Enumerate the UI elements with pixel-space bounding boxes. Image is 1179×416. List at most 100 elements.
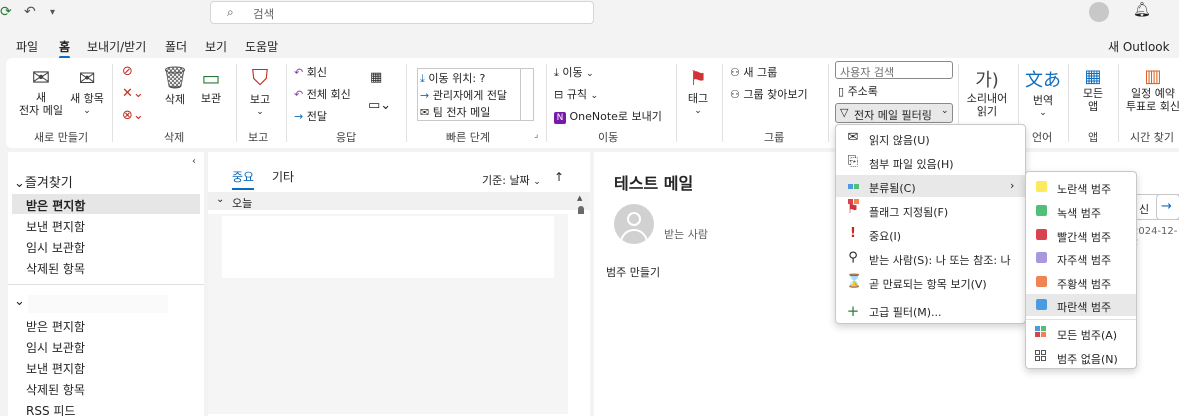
customize-toolbar-icon[interactable]: ▾ (50, 7, 55, 18)
sort-direction-icon[interactable]: ↑ (554, 170, 564, 184)
envelope-open-icon: ✉ (847, 130, 859, 145)
account-inbox[interactable]: 받은 편지함 (26, 318, 85, 335)
forward-button[interactable]: → 전달 (294, 108, 327, 124)
filter-has-attachments[interactable]: ⎘ 첨부 파일 있음(H) (836, 151, 1025, 173)
translate-button[interactable]: 文あ 번역 ⌄ (1024, 66, 1062, 118)
category-yellow[interactable]: 노란색 범주 (1026, 176, 1136, 198)
move-to-icon: ⤓ (420, 72, 425, 85)
move-button[interactable]: ⤓ 이동 ⌄ (554, 64, 594, 80)
ignore-icon[interactable]: ⊘ (122, 64, 133, 79)
message-item[interactable] (222, 216, 554, 278)
account-rss[interactable]: RSS 피드 (26, 402, 75, 416)
forward-partial-button[interactable]: → (1156, 194, 1179, 220)
all-apps-button[interactable]: ▦ 모든 앱 (1074, 66, 1112, 113)
new-mail-icon: ✉ (31, 66, 51, 91)
filter-important[interactable]: ! 중요(I) (836, 223, 1025, 245)
category-blue[interactable]: 파란색 범주 (1026, 294, 1136, 316)
favorites-header[interactable]: ⌄즐겨찾기 (14, 172, 73, 191)
new-group-button[interactable]: ⚇ 새 그룹 (730, 64, 777, 80)
tab-folder[interactable]: 폴더 (165, 38, 187, 55)
filter-flagged[interactable]: ⚑ 플래그 지정됨(F) (836, 199, 1025, 221)
dialog-launcher-icon[interactable]: ⌟ (534, 130, 538, 140)
reply-button[interactable]: ↶ 회신 (294, 64, 327, 80)
chevron-down-icon: ⌄ (586, 69, 594, 79)
favorite-deleted[interactable]: 삭제된 항목 (26, 260, 85, 277)
bell-icon[interactable]: 🔔︎ (1133, 2, 1151, 18)
tab-send-receive[interactable]: 보내기/받기 (87, 38, 146, 55)
category-purple[interactable]: 자주색 범주 (1026, 247, 1136, 269)
onenote-icon: N (554, 112, 566, 124)
cleanup-icon[interactable]: ✕⌄ (122, 86, 144, 101)
category-red[interactable]: 빨간색 범주 (1026, 224, 1136, 246)
color-swatch (1036, 181, 1047, 192)
message-list: 중요 기타 기준: 날짜 ⌄ ↑ ⌄ 오늘 ▲ (208, 152, 590, 416)
new-mail-button[interactable]: ✉ 새 전자 메일 (16, 66, 66, 117)
category-orange[interactable]: 주황색 범주 (1026, 271, 1136, 293)
address-book-icon: ▯ (838, 85, 845, 98)
onenote-button[interactable]: N OneNote로 보내기 (554, 108, 662, 124)
translate-icon: 文あ (1025, 70, 1061, 91)
new-items-button[interactable]: ✉ 새 항목 ⌄ (66, 66, 108, 116)
report-button[interactable]: ⛉ 보고 ⌄ (242, 66, 278, 117)
empty-grid-icon (1035, 349, 1046, 361)
search-input[interactable]: ⌕ 검색 (210, 1, 594, 24)
search-people-input[interactable]: 사용자 검색 (835, 61, 953, 79)
rules-button[interactable]: ⊟ 규칙 ⌄ (554, 86, 598, 102)
quick-step-to-manager[interactable]: → 관리자에게 전달 (420, 87, 507, 103)
favorite-drafts[interactable]: 임시 보관함 (26, 239, 85, 256)
tab-home[interactable]: 홈 (59, 38, 71, 59)
sort-by-date[interactable]: 기준: 날짜 ⌄ (482, 172, 541, 188)
chevron-down-icon: ⌄ (694, 106, 702, 116)
read-aloud-button[interactable]: 가) 소리내어 읽기 (962, 66, 1012, 118)
flag-icon: ⚑ (847, 202, 859, 217)
quick-step-team-mail[interactable]: ✉ 팀 전자 메일 (420, 104, 490, 120)
undo-icon[interactable]: ↶ (24, 4, 36, 20)
exclamation-icon: ! (850, 226, 856, 241)
more-respond-icon[interactable]: ▭⌄ (368, 98, 391, 113)
filter-expiring[interactable]: ⌛ 곧 만료되는 항목 보기(V) (836, 271, 1025, 293)
account-deleted[interactable]: 삭제된 항목 (26, 381, 85, 398)
filter-to-me[interactable]: ⚲ 받는 사람(S): 나 또는 참조: 나 (836, 247, 1025, 269)
filter-email-button[interactable]: ▽ 전자 메일 필터링 ⌄ (835, 103, 953, 123)
account-header-chevron[interactable]: ⌄ (14, 294, 25, 309)
collapse-pane-icon[interactable]: ‹ (192, 156, 196, 167)
tags-button[interactable]: ⚑ 태그 ⌄ (680, 66, 716, 116)
new-outlook-toggle[interactable]: 새 Outlook (1108, 38, 1170, 55)
chevron-down-icon: ⌄ (14, 176, 25, 191)
account-drafts[interactable]: 임시 보관함 (26, 339, 85, 356)
sync-icon[interactable]: ⟳ (0, 4, 12, 20)
tab-focused[interactable]: 중요 (232, 168, 255, 190)
quick-step-move-to[interactable]: ⤓ 이동 위치: ? (420, 70, 485, 86)
address-book-button[interactable]: ▯ 주소록 (838, 83, 878, 99)
junk-icon[interactable]: ⊗⌄ (122, 108, 144, 123)
chevron-down-icon: ⌄ (1039, 108, 1047, 118)
archive-button[interactable]: ▭ 보관 (194, 66, 228, 106)
tab-help[interactable]: 도움말 (245, 38, 278, 55)
favorite-sent[interactable]: 보낸 편지함 (26, 218, 85, 235)
filter-unread[interactable]: ✉ 읽지 않음(U) (836, 127, 1025, 149)
tab-file[interactable]: 파일 (16, 38, 38, 55)
all-categories[interactable]: 모든 범주(A) (1026, 322, 1136, 344)
meeting-icon[interactable]: ▦ (370, 70, 382, 85)
schedule-poll-button[interactable]: ▥ 일정 예약 투표로 회신 (1122, 66, 1179, 113)
read-aloud-icon: 가) (975, 70, 999, 91)
tab-other[interactable]: 기타 (272, 168, 294, 185)
account-sent[interactable]: 보낸 편지함 (26, 360, 85, 377)
account-avatar[interactable] (1089, 2, 1109, 22)
filter-categorized[interactable]: 분류됨(C) › (836, 175, 1025, 204)
no-category[interactable]: 범주 없음(N) (1026, 346, 1136, 368)
group-label-apps: 앱 (1088, 131, 1099, 144)
scroll-up-icon[interactable]: ▲ (577, 194, 585, 202)
quick-steps-scroll[interactable] (520, 68, 534, 121)
delete-button[interactable]: 🗑︎ 삭제 (158, 66, 192, 107)
tab-view[interactable]: 보기 (205, 38, 227, 55)
chevron-down-icon: ⌄ (533, 177, 541, 187)
filter-advanced[interactable]: + 고급 필터(M)... (836, 299, 1025, 321)
category-green[interactable]: 녹색 범주 (1026, 200, 1136, 222)
reply-all-button[interactable]: ↶ 전체 회신 (294, 86, 351, 102)
favorite-inbox[interactable]: 받은 편지함 (12, 194, 200, 214)
group-header-today[interactable]: ⌄ 오늘 (208, 192, 590, 210)
message-subject: 테스트 메일 (614, 174, 694, 193)
browse-groups-button[interactable]: ⚇ 그룹 찾아보기 (730, 86, 808, 102)
group-label-new: 새로 만들기 (34, 131, 89, 144)
